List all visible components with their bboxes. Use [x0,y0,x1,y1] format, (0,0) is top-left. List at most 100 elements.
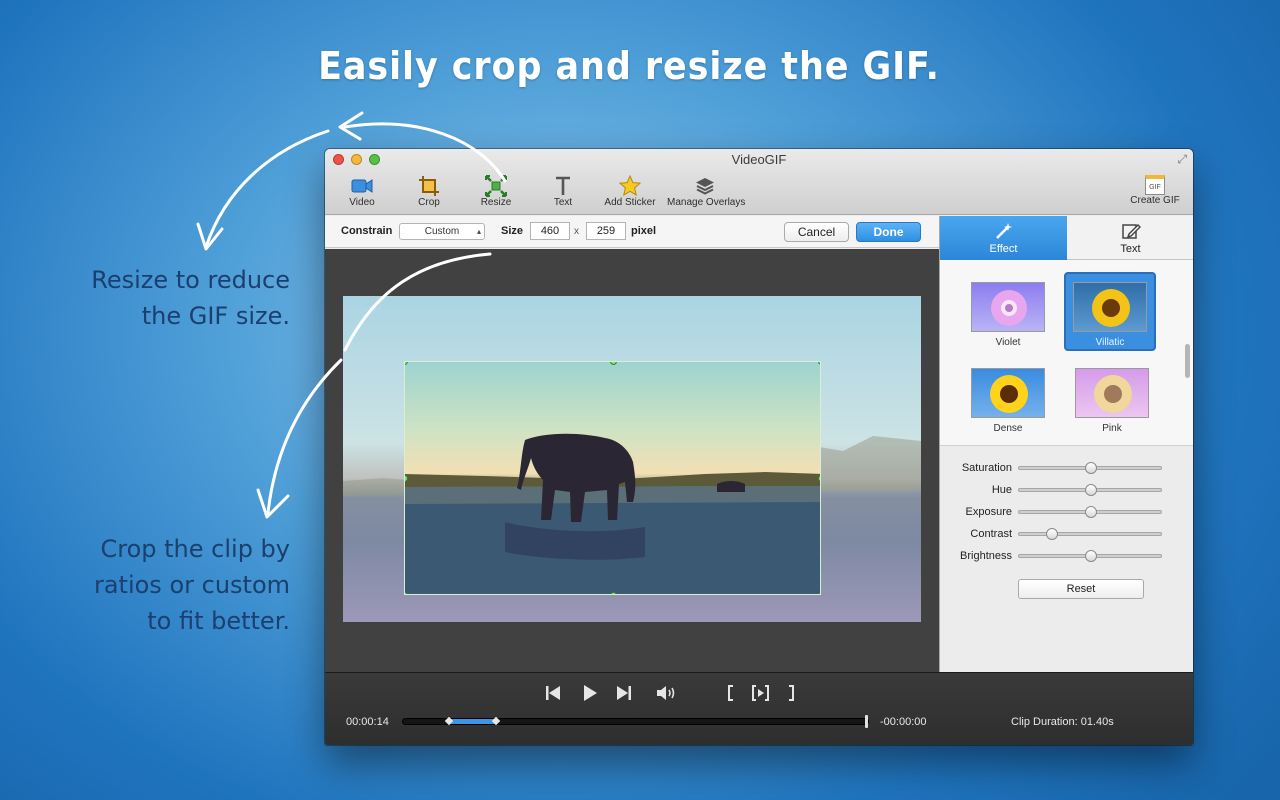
tab-text-label: Text [1120,243,1141,255]
toolbar-crop-button[interactable]: Crop [415,175,443,211]
hue-label: Hue [991,484,1012,496]
adjustments-section: Saturation Hue Exposure Contrast Brightn… [940,446,1193,672]
contrast-slider[interactable] [1018,528,1162,540]
magic-wand-icon [995,223,1012,239]
saturation-label: Saturation [961,462,1012,474]
toolbar-video-button[interactable]: Video [347,175,377,211]
effects-panel: Effect Text Violet Villatic Dense Pink S… [939,216,1193,672]
video-frame [343,296,921,622]
constrain-label: Constrain [341,225,393,237]
toolbar-manage-overlays-label: Manage Overlays [667,197,746,208]
headline: Easily crop and resize the GIF. [318,44,940,88]
resize-note: Resize to reduce the GIF size. [91,262,290,334]
flower-icon [991,290,1027,326]
volume-icon[interactable] [655,683,679,703]
tab-effect[interactable]: Effect [940,216,1067,260]
select-arrows-icon: ▴ [476,227,481,236]
current-time: 00:00:14 [346,716,389,728]
timeline-selection [450,719,497,724]
toolbar-resize-button[interactable]: Resize [479,175,513,211]
gif-file-icon: GIF [1145,175,1165,195]
sunflower-icon [990,375,1028,413]
height-input[interactable]: 259 [586,222,626,240]
size-label: Size [501,225,524,237]
title-bar: VideoGIF ⤢ Video Crop Resize Text Add St… [325,149,1193,215]
toolbar-resize-label: Resize [480,197,512,208]
timeline-scrubber[interactable] [402,715,869,728]
toolbar-manage-overlays-button[interactable]: Manage Overlays [667,175,746,211]
tab-text[interactable]: Text [1067,216,1193,260]
toolbar-crop-label: Crop [418,197,440,208]
brightness-slider[interactable] [1018,550,1162,562]
contrast-knob[interactable] [1046,528,1059,540]
toolbar-add-sticker-button[interactable]: Add Sticker [603,175,657,211]
done-button[interactable]: Done [856,222,921,242]
constrain-select-value: Custom [424,226,460,237]
toolbar-text-button[interactable]: Text [551,175,575,211]
crop-handle[interactable] [818,592,820,594]
toolbar-video-label: Video [349,197,375,208]
effects-grid: Violet Villatic Dense Pink [940,260,1193,446]
video-camera-icon [351,179,373,193]
resize-note-line-1: Resize to reduce [91,266,290,294]
exposure-slider[interactable] [1018,506,1162,518]
constrain-select[interactable]: Custom ▴ [399,223,485,240]
toolbar-text-label: Text [553,197,573,208]
pixel-unit-label: pixel [631,225,657,237]
hue-knob[interactable] [1085,484,1097,496]
saturation-slider[interactable] [1018,462,1162,474]
crop-note-line-2: ratios or custom [93,571,290,599]
clip-duration: Clip Duration: 01.40s [1011,716,1114,728]
timeline-playhead[interactable] [865,715,868,728]
skip-forward-icon[interactable] [615,683,633,703]
width-input[interactable]: 460 [530,222,570,240]
elephant-scene-image [405,433,820,594]
effect-pink-label: Pink [1102,423,1122,434]
effect-dense[interactable]: Dense [962,368,1054,434]
trim-brackets-icon[interactable] [725,683,799,703]
hue-slider[interactable] [1018,484,1162,496]
effect-villatic[interactable]: Villatic [1064,272,1156,351]
toolbar-create-gif-button[interactable]: GIF Create GIF [1130,175,1180,211]
brightness-knob[interactable] [1085,550,1097,562]
crop-handle[interactable] [818,475,820,482]
exposure-knob[interactable] [1085,506,1097,518]
effect-villatic-thumbnail [1073,282,1147,332]
crop-handle[interactable] [609,592,617,594]
effect-pink-thumbnail [1075,368,1149,418]
crop-options-bar: Constrain Custom ▴ Size 460 x 259 pixel … [325,216,939,248]
tab-effect-label: Effect [989,243,1018,255]
fullscreen-icon[interactable]: ⤢ [1177,152,1187,167]
effect-villatic-label: Villatic [1095,337,1125,348]
effect-violet-thumbnail [971,282,1045,332]
resize-note-line-2: the GIF size. [141,302,290,330]
brightness-label: Brightness [960,550,1012,562]
resize-icon [485,175,507,197]
crop-note-line-1: Crop the clip by [100,535,291,563]
window-title: VideoGIF [731,152,787,167]
saturation-knob[interactable] [1085,462,1097,474]
crop-note: Crop the clip by ratios or custom to fit… [94,531,290,639]
effect-dense-label: Dense [993,423,1023,434]
crop-handle[interactable] [609,362,617,365]
star-icon [619,175,641,197]
crop-icon [419,176,439,196]
play-icon[interactable] [581,683,599,703]
crop-selection[interactable] [404,361,821,595]
cancel-button[interactable]: Cancel [784,222,849,242]
sunflower-icon [1094,375,1132,413]
skip-back-icon[interactable] [544,683,562,703]
edit-pencil-icon [1121,223,1141,239]
effects-scrollbar[interactable] [1185,344,1190,378]
effect-dense-thumbnail [971,368,1045,418]
effect-violet-label: Violet [995,337,1021,348]
reset-button[interactable]: Reset [1018,579,1144,599]
app-window: VideoGIF ⤢ Video Crop Resize Text Add St… [325,149,1193,745]
effect-violet[interactable]: Violet [962,282,1054,348]
toolbar-add-sticker-label: Add Sticker [604,197,656,208]
effect-pink[interactable]: Pink [1066,368,1158,434]
player-bar: 00:00:14 -00:00:00 Clip Duration: 01.40s [325,672,1193,745]
times-symbol: x [574,226,579,237]
exposure-label: Exposure [965,506,1012,518]
contrast-label: Contrast [970,528,1012,540]
